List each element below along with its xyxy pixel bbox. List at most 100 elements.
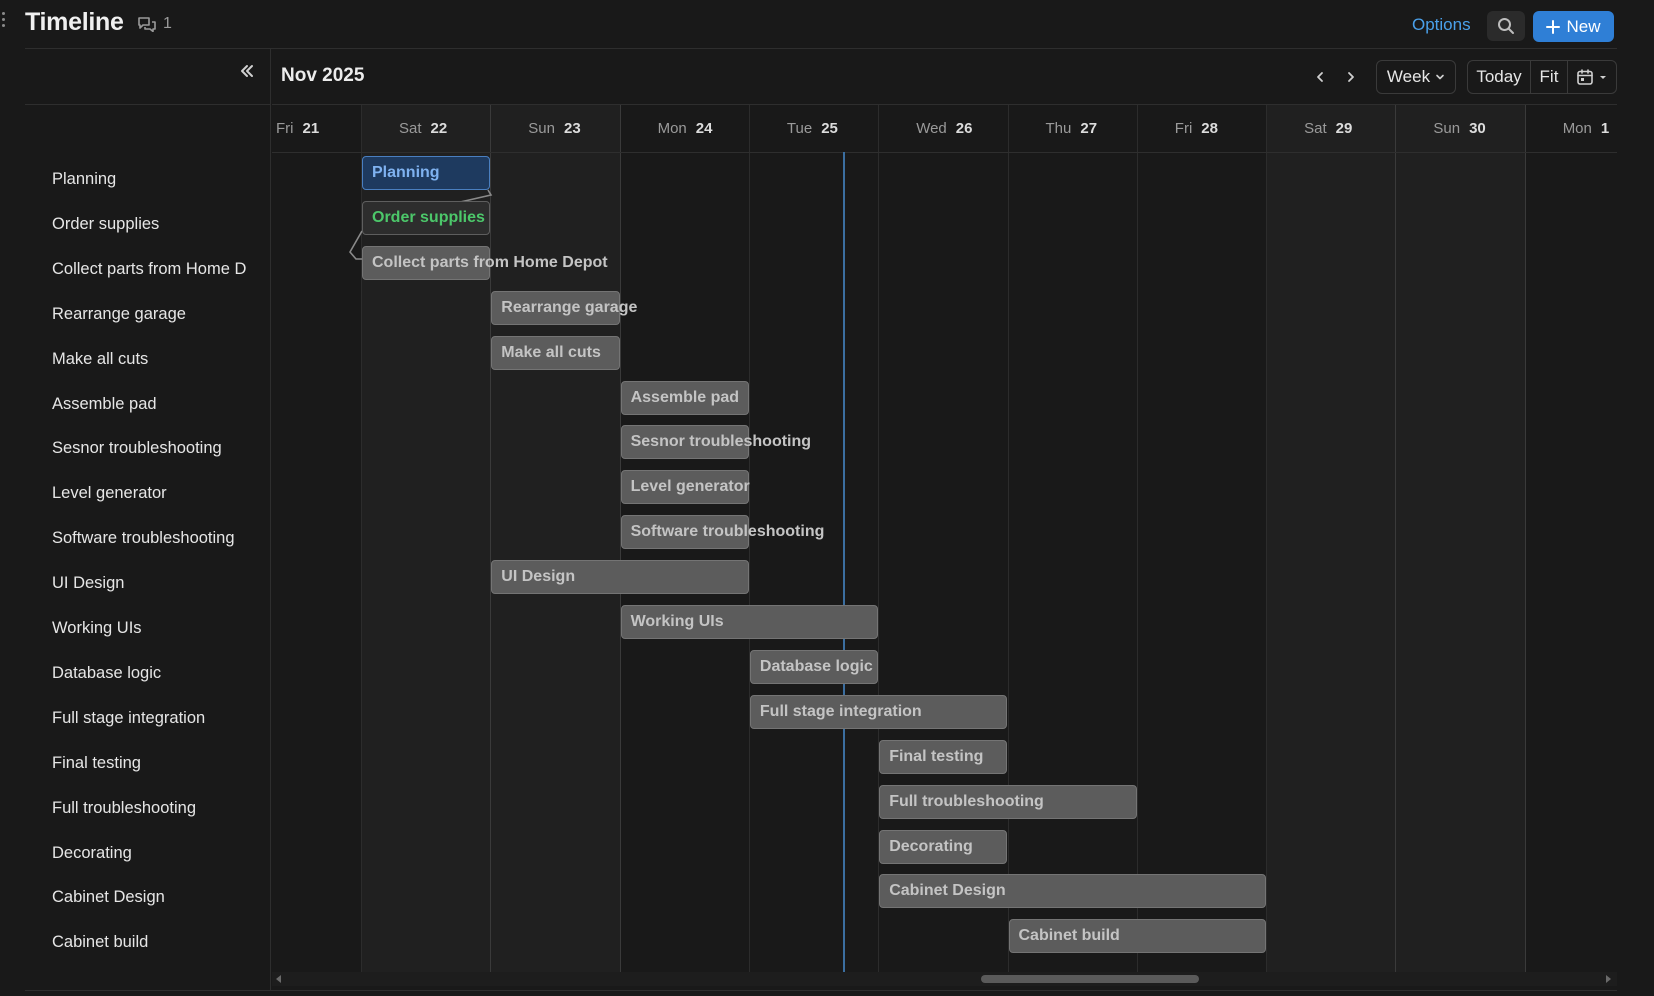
- task-bar-label: Decorating: [889, 837, 973, 855]
- new-button-label: New: [1566, 16, 1601, 36]
- horizontal-scrollbar[interactable]: [272, 972, 1617, 986]
- task-bar-label: Rearrange garage: [501, 298, 638, 316]
- day-of-week: Wed: [916, 120, 947, 137]
- task-row-label[interactable]: Final testing: [52, 743, 257, 783]
- calendar-icon: [1577, 69, 1593, 85]
- task-row-label[interactable]: Planning: [52, 159, 257, 199]
- task-row-label[interactable]: Database logic: [52, 653, 257, 693]
- month-label: Nov 2025: [281, 65, 365, 86]
- chevron-right-icon: [1348, 72, 1354, 82]
- day-header: Wed 26: [916, 120, 972, 137]
- calendar-picker-button[interactable]: [1568, 61, 1616, 93]
- view-select[interactable]: Week: [1376, 60, 1456, 94]
- weekend-column: [1266, 105, 1396, 981]
- day-number: 30: [1469, 120, 1486, 137]
- day-of-week: Sat: [1304, 120, 1327, 137]
- day-number: 25: [821, 120, 838, 137]
- day-number: 27: [1080, 120, 1098, 137]
- divider: [25, 104, 271, 105]
- task-row-label[interactable]: Rearrange garage: [52, 294, 257, 334]
- day-of-week: Sun: [1433, 120, 1461, 137]
- task-bar-label: Level generator: [630, 478, 750, 496]
- page-title: Timeline: [25, 8, 124, 36]
- chevron-left-icon: [1317, 72, 1323, 82]
- column-divider: [1524, 105, 1526, 981]
- task-row-label[interactable]: Sesnor troubleshooting: [52, 428, 257, 468]
- task-row-label[interactable]: Working UIs: [52, 608, 257, 648]
- timeline-grid: Nov 2025 Week Today Fit Fri 21 Sat 22 Su…: [272, 49, 1617, 986]
- task-bar-label: Working UIs: [630, 613, 724, 630]
- divider: [25, 990, 1617, 991]
- task-row-label[interactable]: Full stage integration: [52, 698, 257, 738]
- weekend-column: [1395, 105, 1525, 981]
- view-select-value: Week: [1386, 67, 1431, 86]
- new-button[interactable]: New: [1533, 11, 1614, 42]
- day-of-week: Fri: [276, 120, 294, 137]
- plus-icon: [1546, 19, 1561, 34]
- task-row-label[interactable]: Software troubleshooting: [52, 518, 257, 558]
- day-number: 1: [1600, 120, 1610, 137]
- day-header: Fri 21: [276, 120, 319, 137]
- task-row-label[interactable]: Cabinet build: [52, 922, 257, 962]
- day-header: Sun 30: [1433, 120, 1485, 137]
- task-row-label[interactable]: Order supplies: [52, 204, 257, 244]
- next-button[interactable]: [1341, 67, 1361, 87]
- day-number: 21: [302, 120, 320, 137]
- scroll-thumb[interactable]: [981, 975, 1199, 983]
- weekend-column: [490, 105, 620, 981]
- options-link[interactable]: Options: [1412, 15, 1471, 35]
- top-bar: Timeline 1 Options New: [0, 0, 1654, 48]
- day-number: 24: [695, 120, 713, 137]
- task-bar-label: UI Design: [501, 568, 576, 586]
- task-row-label[interactable]: UI Design: [52, 563, 257, 603]
- task-row-label[interactable]: Cabinet Design: [52, 877, 257, 917]
- day-header: Fri 28: [1175, 120, 1218, 137]
- task-bar-label: Full stage integration: [759, 702, 922, 720]
- day-of-week: Thu: [1045, 120, 1072, 137]
- task-bar-label: Cabinet Design: [889, 882, 1006, 900]
- column-divider: [361, 105, 362, 981]
- day-number: 23: [564, 120, 581, 137]
- comment-count-value: 1: [163, 15, 172, 32]
- day-of-week: Mon: [657, 120, 687, 137]
- search-button[interactable]: [1487, 11, 1525, 41]
- column-divider: [1266, 105, 1268, 981]
- collapse-panel-button[interactable]: [235, 59, 259, 83]
- task-bar-label: Database logic: [759, 657, 873, 675]
- divider: [272, 152, 1617, 153]
- task-row-label[interactable]: Full troubleshooting: [52, 788, 257, 828]
- day-number: 26: [955, 120, 973, 137]
- day-header: Sun 23: [528, 120, 580, 137]
- fit-button[interactable]: Fit: [1531, 61, 1568, 93]
- task-row-label[interactable]: Decorating: [52, 833, 257, 873]
- task-bar-label: Sesnor troubleshooting: [630, 433, 812, 451]
- day-of-week: Sun: [528, 120, 555, 137]
- scroll-left-icon[interactable]: [274, 974, 284, 984]
- day-of-week: Mon: [1562, 120, 1592, 137]
- today-button[interactable]: Today: [1468, 61, 1531, 93]
- task-row-label[interactable]: Make all cuts: [52, 339, 257, 379]
- task-bar-label: Assemble pad: [630, 388, 740, 406]
- column-divider: [1136, 105, 1138, 981]
- day-header: Sat 29: [1304, 120, 1352, 137]
- task-row-label[interactable]: Level generator: [52, 473, 257, 513]
- comment-count[interactable]: 1: [137, 13, 172, 35]
- scroll-right-icon[interactable]: [1603, 974, 1613, 984]
- task-bar-label: Planning: [372, 164, 440, 181]
- column-divider: [490, 105, 492, 981]
- task-bar-label: Software troubleshooting: [630, 523, 825, 541]
- task-bar-label: Order supplies: [372, 208, 485, 226]
- day-header: Mon 24: [658, 120, 713, 137]
- task-bar-label: Full troubleshooting: [889, 792, 1044, 810]
- task-bar-label: Make all cuts: [501, 343, 601, 361]
- task-list-panel: Planning Order supplies Collect parts from…: [25, 49, 271, 991]
- task-bar-label: Collect parts from Home Depot: [372, 253, 608, 271]
- comment-icon: [138, 17, 156, 32]
- drag-handle-icon[interactable]: [0, 12, 6, 32]
- day-header: Tue 25: [787, 120, 838, 137]
- task-row-label[interactable]: Assemble pad: [52, 384, 257, 424]
- day-header: Thu 27: [1046, 120, 1098, 137]
- chevron-down-icon: [1436, 74, 1444, 80]
- previous-button[interactable]: [1310, 67, 1330, 87]
- task-row-label[interactable]: Collect parts from Home D: [52, 249, 257, 289]
